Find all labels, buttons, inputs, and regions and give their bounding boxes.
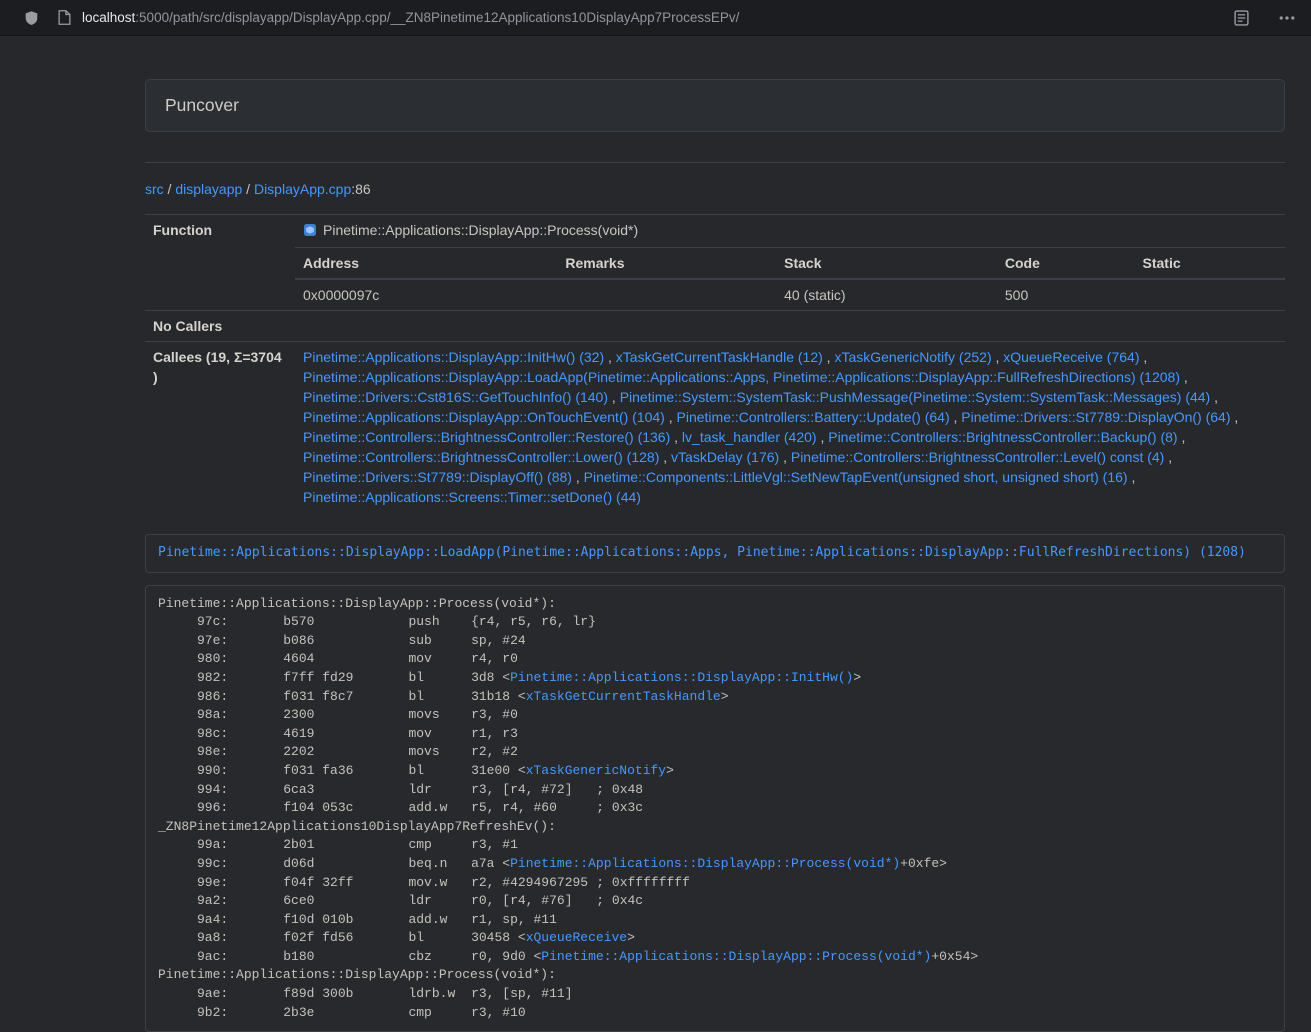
- page-content: Puncover src / displayapp / DisplayApp.c…: [145, 36, 1285, 1032]
- stack-value: 40 (static): [776, 279, 997, 310]
- callee-link[interactable]: vTaskDelay (176): [671, 449, 779, 465]
- callees-label: Callees (19, Σ=3704 ): [145, 342, 295, 513]
- disassembly-block: Pinetime::Applications::DisplayApp::Proc…: [145, 585, 1285, 1032]
- col-remarks: Remarks: [557, 248, 776, 279]
- overflow-menu-icon[interactable]: [1279, 16, 1295, 20]
- reader-mode-icon[interactable]: [1234, 10, 1249, 26]
- browser-chrome: localhost:5000/path/src/displayapp/Displ…: [0, 0, 1311, 36]
- callee-link[interactable]: xTaskGetCurrentTaskHandle (12): [616, 349, 823, 365]
- callee-link[interactable]: Pinetime::Controllers::BrightnessControl…: [791, 449, 1164, 465]
- no-callers-row: No Callers: [145, 311, 1285, 342]
- breadcrumb-line-number: :86: [351, 181, 370, 197]
- url-bar[interactable]: localhost:5000/path/src/displayapp/Displ…: [82, 10, 1234, 25]
- callee-link[interactable]: Pinetime::Drivers::St7789::DisplayOff() …: [303, 469, 572, 485]
- remarks-value: [557, 279, 776, 310]
- breadcrumb-link[interactable]: displayapp: [175, 181, 242, 197]
- function-row: Function Pinetime::Applications::Display…: [145, 215, 1285, 248]
- function-type-icon: [303, 222, 317, 242]
- metrics-header-row: Address Remarks Stack Code Static: [295, 248, 1285, 279]
- code-symbol-link[interactable]: xTaskGenericNotify: [526, 763, 666, 778]
- callee-link[interactable]: Pinetime::Applications::DisplayApp::OnTo…: [303, 409, 665, 425]
- callee-link[interactable]: Pinetime::Applications::DisplayApp::Init…: [303, 349, 604, 365]
- breadcrumb-link[interactable]: src: [145, 181, 164, 197]
- callee-link[interactable]: Pinetime::Applications::Screens::Timer::…: [303, 489, 641, 505]
- metrics-table: Address Remarks Stack Code Static 0x0000…: [295, 248, 1285, 310]
- callee-link[interactable]: xQueueReceive (764): [1003, 349, 1139, 365]
- callee-link[interactable]: lv_task_handler (420): [682, 429, 817, 445]
- static-value: [1135, 279, 1286, 310]
- callee-link[interactable]: Pinetime::Controllers::BrightnessControl…: [303, 429, 670, 445]
- page-info-icon[interactable]: [58, 10, 71, 25]
- callee-link[interactable]: xTaskGenericNotify (252): [834, 349, 991, 365]
- shield-icon[interactable]: [24, 10, 39, 26]
- function-table: Function Pinetime::Applications::Display…: [145, 214, 1285, 512]
- breadcrumb-link[interactable]: DisplayApp.cpp: [254, 181, 351, 197]
- no-callers-label: No Callers: [145, 311, 295, 342]
- col-static: Static: [1135, 248, 1286, 279]
- code-symbol-link[interactable]: Pinetime::Applications::DisplayApp::Init…: [510, 670, 853, 685]
- disassembly-code: Pinetime::Applications::DisplayApp::Proc…: [158, 596, 978, 1020]
- metrics-table-row: Address Remarks Stack Code Static 0x0000…: [145, 248, 1285, 311]
- code-symbol-link[interactable]: xQueueReceive: [526, 930, 627, 945]
- callee-link[interactable]: Pinetime::Applications::DisplayApp::Load…: [303, 369, 1180, 385]
- metrics-cell: Address Remarks Stack Code Static 0x0000…: [295, 248, 1285, 311]
- callers-cell: [295, 311, 1285, 342]
- callees-list: Pinetime::Applications::DisplayApp::Init…: [295, 342, 1285, 513]
- code-symbol-link[interactable]: Pinetime::Applications::DisplayApp::Proc…: [510, 856, 900, 871]
- url-domain: localhost: [82, 10, 135, 25]
- callee-link[interactable]: Pinetime::Components::LittleVgl::SetNewT…: [584, 469, 1128, 485]
- url-path: :5000/path/src/displayapp/DisplayApp.cpp…: [135, 10, 739, 25]
- divider: [145, 162, 1285, 163]
- context-symbol-box: Pinetime::Applications::DisplayApp::Load…: [145, 534, 1285, 573]
- col-code: Code: [997, 248, 1135, 279]
- callee-link[interactable]: Pinetime::Drivers::Cst816S::GetTouchInfo…: [303, 389, 608, 405]
- callee-link[interactable]: Pinetime::Controllers::Battery::Update()…: [677, 409, 950, 425]
- code-symbol-link[interactable]: Pinetime::Applications::DisplayApp::Proc…: [541, 949, 931, 964]
- callee-link[interactable]: Pinetime::System::SystemTask::PushMessag…: [620, 389, 1211, 405]
- breadcrumb: src / displayapp / DisplayApp.cpp:86: [145, 179, 1285, 199]
- callee-link[interactable]: Pinetime::Drivers::St7789::DisplayOn() (…: [961, 409, 1230, 425]
- function-name: Pinetime::Applications::DisplayApp::Proc…: [323, 222, 638, 238]
- col-stack: Stack: [776, 248, 997, 279]
- app-header: Puncover: [145, 79, 1285, 132]
- callee-link[interactable]: Pinetime::Controllers::BrightnessControl…: [303, 449, 659, 465]
- address-value: 0x0000097c: [295, 279, 557, 310]
- function-name-cell: Pinetime::Applications::DisplayApp::Proc…: [295, 215, 1285, 248]
- code-value: 500: [997, 279, 1135, 310]
- function-label: Function: [145, 215, 295, 311]
- code-symbol-link[interactable]: xTaskGetCurrentTaskHandle: [526, 689, 721, 704]
- metrics-row: 0x0000097c 40 (static) 500: [295, 279, 1285, 310]
- callees-row: Callees (19, Σ=3704 ) Pinetime::Applicat…: [145, 342, 1285, 513]
- context-symbol-link[interactable]: Pinetime::Applications::DisplayApp::Load…: [158, 545, 1246, 560]
- col-address: Address: [295, 248, 557, 279]
- page-title: Puncover: [165, 94, 1265, 117]
- callee-link[interactable]: Pinetime::Controllers::BrightnessControl…: [828, 429, 1177, 445]
